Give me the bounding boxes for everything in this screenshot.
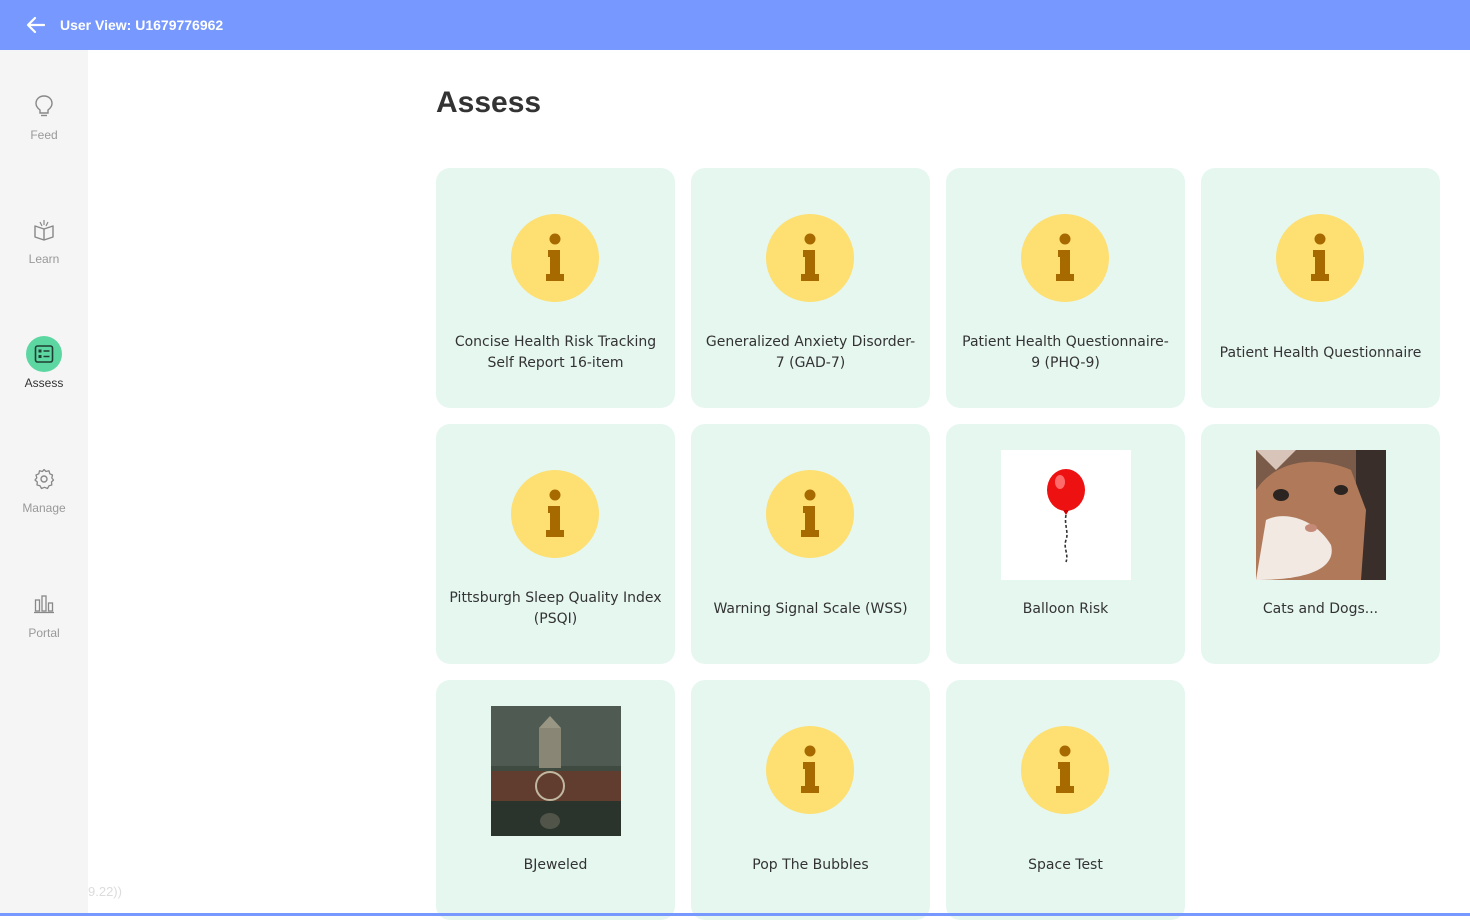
assessment-card[interactable]: Warning Signal Scale (WSS) [691, 424, 930, 664]
card-label: Pop The Bubbles [752, 856, 869, 873]
card-label: Warning Signal Scale (WSS) [713, 600, 908, 617]
info-icon [511, 214, 599, 302]
sidebar-item-label: Assess [24, 376, 64, 390]
assessment-card[interactable]: Concise Health Risk Tracking Self Report… [436, 168, 675, 408]
info-icon [1021, 726, 1109, 814]
info-icon [1021, 214, 1109, 302]
sidebar-item-assess[interactable]: Assess [0, 336, 88, 406]
assessment-card[interactable]: Patient Health Questionnaire [1201, 168, 1440, 408]
dark-scene-photo [491, 706, 621, 836]
sidebar-item-portal[interactable]: Portal [0, 586, 88, 656]
info-icon [766, 726, 854, 814]
lightbulb-icon [26, 88, 62, 124]
assessment-card[interactable]: Pop The Bubbles [691, 680, 930, 920]
checklist-icon [26, 336, 62, 372]
sidebar-item-feed[interactable]: Feed [0, 88, 88, 158]
card-label: Cats and Dogs... [1262, 600, 1379, 617]
assessment-card[interactable]: Generalized Anxiety Disorder-7 (GAD-7) [691, 168, 930, 408]
card-label: Concise Health Risk Tracking Self Report… [454, 334, 657, 371]
info-icon [766, 214, 854, 302]
card-label: Space Test [1028, 856, 1103, 873]
sidebar-item-label: Feed [30, 128, 58, 142]
balloon-image [1001, 450, 1131, 580]
cat-photo [1256, 450, 1386, 580]
back-arrow-icon[interactable] [24, 13, 48, 37]
page-title: Assess [436, 86, 542, 119]
assessment-card[interactable]: Pittsburgh Sleep Quality Index (PSQI) [436, 424, 675, 664]
card-label: Patient Health Questionnaire [1219, 344, 1422, 361]
assessment-card[interactable]: Patient Health Questionnaire-9 (PHQ-9) [946, 168, 1185, 408]
assessment-card[interactable]: Cats and Dogs... [1201, 424, 1440, 664]
card-label: Generalized Anxiety Disorder-7 (GAD-7) [705, 334, 916, 371]
info-icon [1276, 214, 1364, 302]
info-icon [766, 470, 854, 558]
sidebar-nav: Feed Learn Assess Manage Portal [0, 50, 88, 916]
card-label: Pittsburgh Sleep Quality Index (PSQI) [449, 590, 662, 627]
bar-chart-icon [26, 586, 62, 622]
assessment-card[interactable]: Balloon Risk [946, 424, 1185, 664]
sidebar-item-learn[interactable]: Learn [0, 212, 88, 282]
sidebar-item-label: Manage [22, 501, 66, 515]
sidebar-item-label: Portal [28, 626, 60, 640]
card-label: Balloon Risk [1022, 600, 1109, 617]
top-bar: User View: U1679776962 [0, 0, 1470, 50]
sidebar-item-manage[interactable]: Manage [0, 461, 88, 531]
open-book-icon [26, 212, 62, 248]
version-text: 9.22)) [88, 884, 122, 899]
gear-icon [26, 461, 62, 497]
assessment-card[interactable]: Space Test [946, 680, 1185, 920]
assessment-card[interactable]: BJeweled [436, 680, 675, 920]
page-header-title: User View: U1679776962 [60, 17, 224, 33]
card-label: Patient Health Questionnaire-9 (PHQ-9) [962, 334, 1169, 371]
sidebar-item-label: Learn [28, 252, 60, 266]
info-icon [511, 470, 599, 558]
card-label: BJeweled [523, 856, 588, 873]
